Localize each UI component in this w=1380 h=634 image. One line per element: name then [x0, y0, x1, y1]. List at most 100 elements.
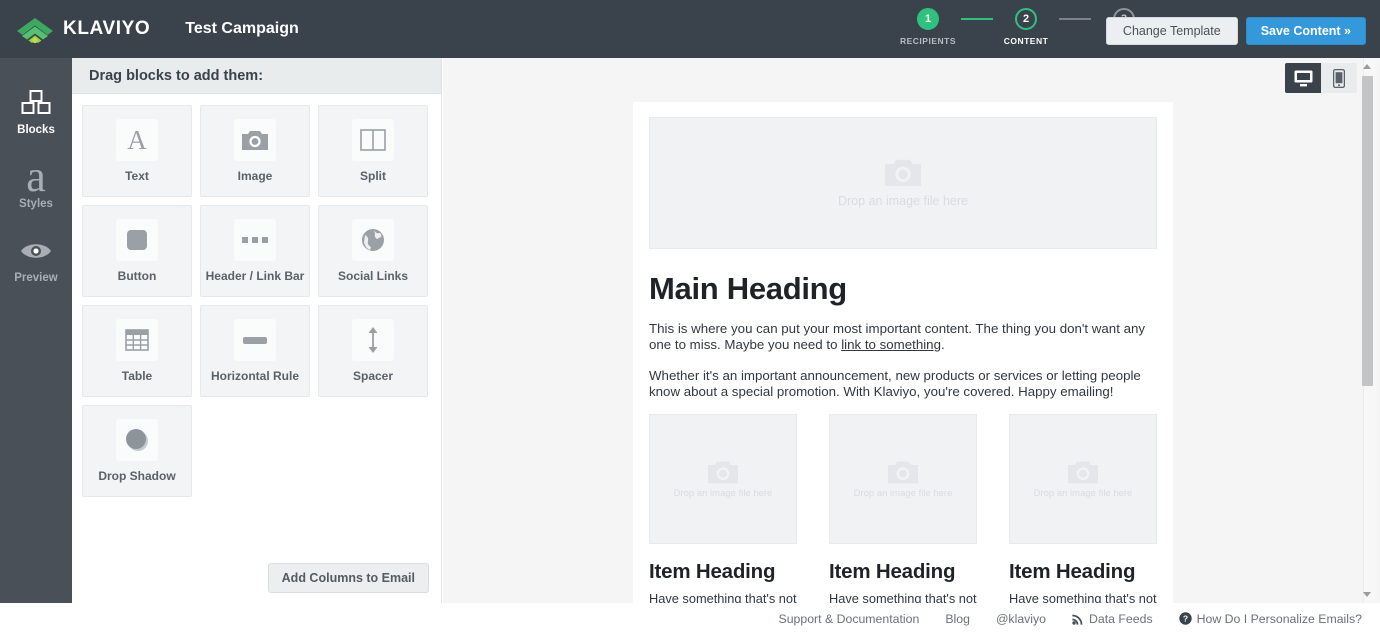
rail-label: Styles	[19, 198, 53, 210]
item-image-dropzone[interactable]: Drop an image file here	[829, 414, 977, 545]
camera-icon	[888, 461, 918, 484]
klaviyo-logo-icon	[14, 14, 56, 44]
item-heading[interactable]: Item Heading	[649, 560, 797, 584]
footer-link-personalize[interactable]: ? How Do I Personalize Emails?	[1178, 611, 1362, 626]
split-columns-icon	[352, 119, 394, 161]
help-icon: ?	[1178, 612, 1192, 625]
block-table[interactable]: Table	[82, 305, 192, 397]
block-spacer[interactable]: Spacer	[318, 305, 428, 397]
rss-icon	[1072, 614, 1083, 625]
item-column: Drop an image file here Item Heading Hav…	[829, 414, 977, 607]
step-content[interactable]: 2 CONTENT	[993, 8, 1059, 46]
block-label: Split	[360, 169, 386, 183]
block-button[interactable]: Button	[82, 205, 192, 297]
mobile-view-button[interactable]	[1321, 63, 1357, 93]
camera-icon	[1068, 461, 1098, 484]
item-image-dropzone[interactable]: Drop an image file here	[1009, 414, 1157, 545]
styles-icon: a	[26, 152, 46, 202]
item-column: Drop an image file here Item Heading Hav…	[1009, 414, 1157, 607]
rail-item-styles[interactable]: a Styles	[0, 150, 72, 224]
save-content-button[interactable]: Save Content »	[1245, 17, 1366, 45]
item-heading[interactable]: Item Heading	[1009, 560, 1157, 584]
body-paragraph-2[interactable]: Whether it's an important announcement, …	[649, 368, 1157, 401]
rail-label: Preview	[14, 272, 58, 284]
scroll-up-icon[interactable]	[1363, 64, 1371, 69]
left-rail: Blocks a Styles Preview	[0, 58, 80, 603]
block-social-links[interactable]: Social Links	[318, 205, 428, 297]
mobile-icon	[1333, 68, 1345, 88]
add-columns-container: Add Columns to Email	[267, 563, 429, 593]
desktop-icon	[1294, 70, 1312, 86]
block-drop-shadow[interactable]: Drop Shadow	[82, 405, 192, 497]
block-label: Drop Shadow	[98, 469, 176, 483]
canvas-scrollbar[interactable]	[1362, 58, 1377, 603]
blocks-grid: A Text Image Split Button Header / Link …	[72, 94, 441, 497]
device-toggle	[1285, 63, 1357, 93]
step-connector	[1059, 18, 1091, 20]
footer-bar: Support & Documentation Blog @klaviyo Da…	[0, 603, 1380, 634]
step-recipients[interactable]: 1 RECIPIENTS	[895, 8, 961, 46]
footer-link-support[interactable]: Support & Documentation	[779, 612, 920, 626]
main-heading[interactable]: Main Heading	[649, 271, 1157, 307]
dots-icon	[234, 219, 276, 261]
step-connector	[961, 18, 993, 20]
item-heading[interactable]: Item Heading	[829, 560, 977, 584]
email-canvas: Drop an image file here Main Heading Thi…	[443, 58, 1380, 608]
footer-link-twitter[interactable]: @klaviyo	[996, 612, 1046, 626]
add-columns-to-email-button[interactable]: Add Columns to Email	[267, 563, 429, 593]
block-label: Horizontal Rule	[210, 369, 299, 383]
rail-item-preview[interactable]: Preview	[0, 224, 72, 298]
text-icon: A	[116, 119, 158, 161]
step-label: RECIPIENTS	[899, 36, 956, 46]
drop-shadow-icon	[116, 419, 158, 461]
block-header-link-bar[interactable]: Header / Link Bar	[200, 205, 310, 297]
paragraph-text-after: .	[940, 337, 945, 353]
body-paragraph-1[interactable]: This is where you can put your most impo…	[649, 321, 1157, 354]
block-label: Text	[125, 169, 149, 183]
inline-link[interactable]: link to something	[841, 337, 941, 352]
item-column: Drop an image file here Item Heading Hav…	[649, 414, 797, 607]
dropzone-label: Drop an image file here	[838, 194, 968, 208]
change-template-button[interactable]: Change Template	[1105, 17, 1238, 45]
hero-image-dropzone[interactable]: Drop an image file here	[649, 117, 1157, 249]
rail-label: Blocks	[17, 124, 55, 136]
camera-icon	[708, 461, 738, 484]
step-number: 1	[917, 8, 939, 30]
block-label: Header / Link Bar	[205, 269, 305, 283]
rail-item-blocks[interactable]: Blocks	[0, 76, 72, 150]
block-split[interactable]: Split	[318, 105, 428, 197]
item-image-dropzone[interactable]: Drop an image file here	[649, 414, 797, 545]
footer-link-data-feeds[interactable]: Data Feeds	[1072, 612, 1153, 626]
vertical-arrows-icon	[352, 319, 394, 361]
header-actions: Change Template Save Content »	[1105, 17, 1366, 45]
step-number: 2	[1015, 8, 1037, 30]
table-icon	[116, 319, 158, 361]
brand-logo[interactable]: KLAVIYO	[14, 14, 150, 44]
footer-link-label: How Do I Personalize Emails?	[1196, 611, 1362, 626]
block-horizontal-rule[interactable]: Horizontal Rule	[200, 305, 310, 397]
brand-name: KLAVIYO	[63, 18, 151, 39]
footer-link-label: @klaviyo	[995, 611, 1047, 626]
button-icon	[116, 219, 158, 261]
block-label: Button	[117, 269, 157, 283]
scrollbar-thumb[interactable]	[1362, 76, 1373, 386]
footer-link-label: Support & Documentation	[778, 611, 920, 626]
camera-icon	[885, 159, 921, 187]
scroll-down-icon[interactable]	[1363, 592, 1371, 597]
dropzone-label: Drop an image file here	[1033, 487, 1133, 499]
panel-title: Drag blocks to add them:	[72, 58, 441, 94]
top-bar: KLAVIYO Test Campaign 1 RECIPIENTS 2 CON…	[0, 0, 1380, 58]
horizontal-rule-icon	[234, 319, 276, 361]
footer-link-label: Blog	[945, 611, 970, 626]
block-label: Image	[237, 169, 273, 183]
camera-icon	[234, 119, 276, 161]
eye-icon	[20, 234, 52, 268]
globe-icon	[352, 219, 394, 261]
block-image[interactable]: Image	[200, 105, 310, 197]
footer-link-blog[interactable]: Blog	[945, 612, 970, 626]
footer-link-label: Data Feeds	[1089, 611, 1153, 626]
desktop-view-button[interactable]	[1285, 63, 1321, 93]
block-text[interactable]: A Text	[82, 105, 192, 197]
step-label: CONTENT	[1003, 36, 1049, 46]
blocks-panel: Drag blocks to add them: A Text Image Sp…	[72, 58, 442, 603]
